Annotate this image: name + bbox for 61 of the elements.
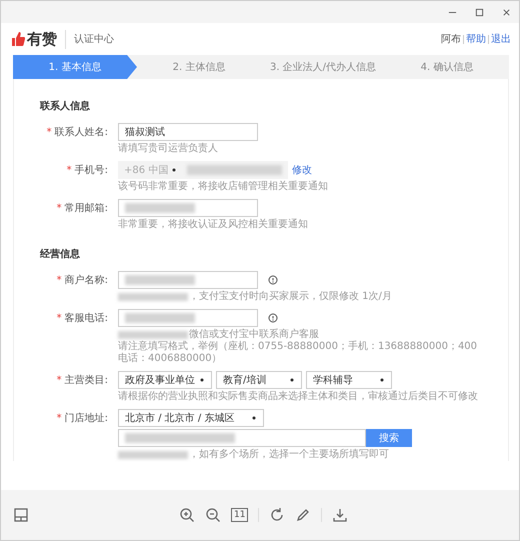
header-link[interactable]: 帮助 (466, 32, 486, 46)
zoom-out-icon[interactable] (205, 507, 221, 523)
field-label: 主营类目: (64, 375, 108, 386)
caret-icon (171, 167, 178, 173)
help-icon[interactable] (268, 313, 278, 323)
step-tab[interactable]: 4. 确认信息 (385, 55, 509, 79)
required-mark: * (56, 375, 62, 386)
actual-size-button[interactable]: 11 (231, 508, 248, 522)
required-mark: * (56, 313, 62, 324)
step-tab[interactable]: 3. 企业法人/代办人信息 (261, 55, 385, 79)
section-title: 经营信息 (40, 248, 81, 261)
header-link[interactable]: 退出 (491, 32, 511, 46)
input-field[interactable]: 猫叔测试 (118, 123, 258, 141)
logo-text: 有赞 (27, 30, 66, 48)
caret-icon (199, 377, 205, 383)
hint-text: 该号码非常重要，将接收店铺管理相关重要通知 (118, 181, 328, 193)
input-field[interactable] (118, 199, 258, 217)
maximize-icon[interactable] (475, 8, 484, 16)
user-name[interactable]: 阿布 (441, 32, 461, 46)
select-field[interactable]: 北京市 / 北京市 / 东城区 (118, 409, 264, 427)
input-field[interactable] (118, 271, 258, 289)
close-icon[interactable] (502, 8, 511, 16)
input-field[interactable] (118, 429, 366, 447)
caret-icon (379, 377, 385, 383)
hint-text: 请填写贵司运营负责人 (118, 143, 218, 155)
step-tab[interactable]: 2. 主体信息 (137, 55, 261, 79)
hint-text: 微信或支付宝中联系商户客服 (189, 329, 319, 340)
required-mark: * (46, 127, 52, 138)
caret-icon (289, 377, 295, 383)
hint-text: 请根据你的营业执照和实际售卖商品来选择主体和类目，审核通过后类目不可修改 (118, 391, 478, 403)
required-mark: * (56, 413, 62, 424)
step-tab[interactable]: 1. 基本信息 (13, 55, 137, 79)
search-button[interactable]: 搜索 (366, 429, 412, 447)
page-subtitle: 认证中心 (74, 32, 114, 46)
zoom-in-icon[interactable] (179, 507, 195, 523)
hint-text: 请注意填写格式，举例（座机：0755-88880000；手机：13688880000；400电话：4006880000） (118, 341, 478, 365)
field-label: 联系人姓名: (54, 127, 108, 138)
edit-link[interactable]: 修改 (292, 163, 312, 177)
hint-text: 非常重要，将接收认证及风控相关重要通知 (118, 219, 308, 231)
field-label: 门店地址: (64, 413, 108, 424)
required-mark: * (56, 275, 62, 286)
field-label: 客服电话: (64, 313, 108, 324)
pencil-icon[interactable] (295, 507, 312, 523)
select-field[interactable]: 政府及事业单位 (118, 371, 212, 389)
field-label: 常用邮箱: (64, 203, 108, 214)
rotate-icon[interactable] (269, 507, 286, 523)
select-field[interactable]: 学科辅导 (306, 371, 392, 389)
required-mark: * (56, 203, 62, 214)
field-label: 商户名称: (64, 275, 108, 286)
select-field[interactable]: 教育/培训 (216, 371, 302, 389)
help-icon[interactable] (268, 275, 278, 285)
thumbs-up-icon (11, 32, 25, 46)
download-icon[interactable] (332, 507, 348, 523)
panel-icon[interactable] (13, 507, 29, 523)
caret-icon (251, 415, 257, 421)
section-title: 联系人信息 (40, 100, 91, 113)
field-label: 手机号: (74, 165, 108, 176)
input-field[interactable] (118, 309, 258, 327)
required-mark: * (66, 165, 72, 176)
hint-text: ，支付宝支付时向买家展示，仅限修改 1次/月 (189, 291, 392, 303)
hint-text: ，如有多个场所，选择一个主要场所填写即可 (189, 449, 389, 461)
